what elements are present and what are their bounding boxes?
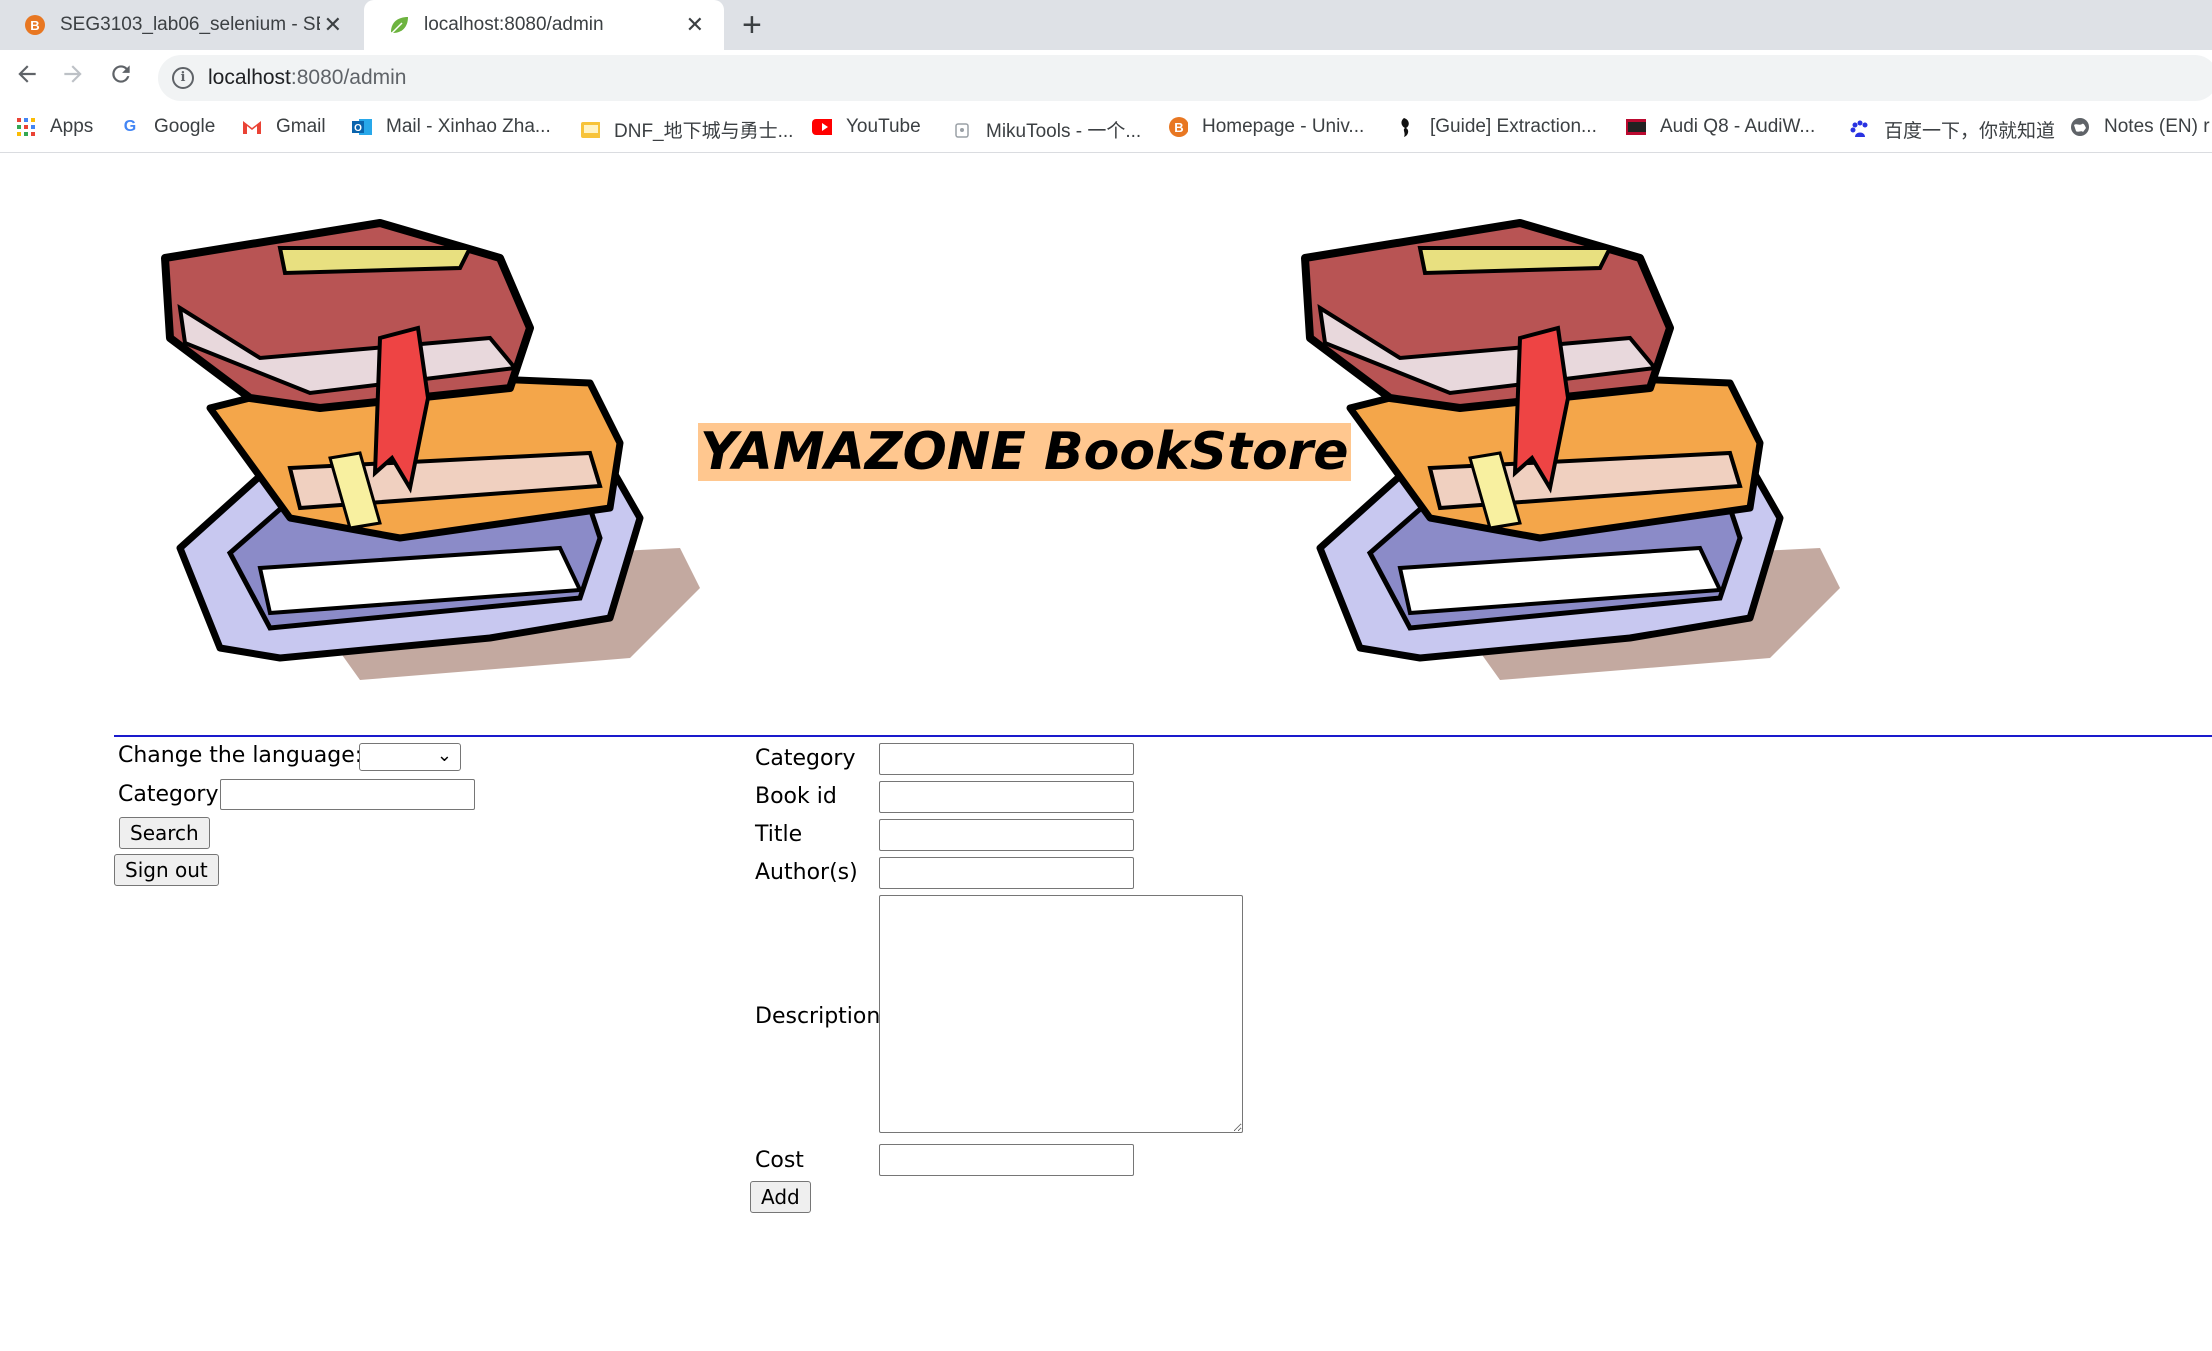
baidu-icon [1850, 120, 1870, 140]
url-text: localhost:8080/admin [208, 66, 407, 89]
bookmark-baidu[interactable]: 百度一下，你就知道 [1850, 116, 2055, 143]
book-id-label: Book id [755, 784, 837, 809]
brightspace-icon: B [1168, 117, 1188, 137]
browser-tab-active[interactable]: localhost:8080/admin ✕ [364, 0, 724, 50]
spring-leaf-icon [388, 14, 410, 36]
category-search-label: Category [118, 782, 219, 807]
bookmark-homepage[interactable]: B Homepage - Univ... [1168, 116, 1364, 138]
apps-grid-icon [16, 117, 36, 137]
svg-text:B: B [1174, 120, 1183, 135]
books-stack-image-right [1300, 218, 1840, 689]
header-divider [114, 735, 2212, 737]
reload-icon[interactable] [108, 60, 134, 96]
bookmark-label: Homepage - Univ... [1202, 116, 1365, 137]
title-input[interactable] [879, 819, 1134, 851]
svg-text:B: B [30, 18, 39, 33]
add-category-input[interactable] [879, 743, 1134, 775]
bookmark-label: DNF_地下城与勇士... [614, 121, 794, 142]
book-id-input[interactable] [879, 781, 1134, 813]
dnf-icon [580, 120, 600, 140]
bookmark-dnf[interactable]: DNF_地下城与勇士... [580, 116, 793, 143]
add-button[interactable]: Add [750, 1181, 811, 1213]
bookmark-guide[interactable]: [Guide] Extraction... [1396, 116, 1597, 138]
browser-tabstrip: B SEG3103_lab06_selenium - SEG3103 ✕ loc… [0, 0, 2212, 50]
bookmark-label: Apps [50, 116, 94, 137]
language-select[interactable]: ⌄ [359, 743, 461, 771]
site-title: YAMAZONE BookStore [698, 422, 1351, 482]
back-arrow-icon[interactable] [14, 60, 40, 96]
search-button[interactable]: Search [119, 817, 210, 849]
close-tab-icon[interactable]: ✕ [686, 12, 704, 38]
description-textarea[interactable] [879, 895, 1243, 1133]
google-icon: G [123, 118, 137, 135]
bookmark-label: 百度一下，你就知道 [1884, 121, 2056, 142]
close-tab-icon[interactable]: ✕ [324, 12, 342, 38]
books-stack-image-left [160, 218, 700, 689]
bookmark-apps[interactable]: Apps [16, 116, 93, 138]
bookmark-mikutools[interactable]: MikuTools - 一个... [952, 116, 1141, 143]
address-bar[interactable]: i localhost:8080/admin [158, 55, 2212, 101]
authors-label: Author(s) [755, 860, 858, 885]
cost-input[interactable] [879, 1144, 1134, 1176]
bookmark-label: Mail - Xinhao Zha... [386, 116, 551, 137]
audi-icon [1626, 117, 1646, 137]
bookmark-label: MikuTools - 一个... [986, 121, 1142, 142]
guide-icon [1396, 117, 1416, 137]
forward-arrow-icon[interactable] [60, 60, 86, 96]
svg-text:O: O [354, 123, 362, 134]
language-label: Change the language: [118, 743, 363, 768]
bookmark-label: [Guide] Extraction... [1430, 116, 1597, 137]
bookmark-label: Gmail [276, 116, 326, 137]
mikutools-icon [952, 120, 972, 140]
add-category-label: Category [755, 746, 856, 771]
title-label: Title [755, 822, 803, 847]
gmail-icon [242, 117, 262, 137]
cost-label: Cost [755, 1148, 804, 1173]
bookmark-gmail[interactable]: Gmail [242, 116, 326, 138]
browser-tab-inactive[interactable]: B SEG3103_lab06_selenium - SEG3103 ✕ [0, 0, 362, 50]
bookmark-label: YouTube [846, 116, 921, 137]
bookmark-label: Audi Q8 - AudiW... [1660, 116, 1816, 137]
description-label: Description [755, 1004, 881, 1029]
info-icon[interactable]: i [172, 67, 194, 89]
globe-icon [2070, 117, 2090, 137]
new-tab-button[interactable]: + [742, 6, 762, 44]
bookmark-notes[interactable]: Notes (EN) r [2070, 116, 2210, 138]
outlook-icon: O [352, 117, 372, 137]
chevron-down-icon: ⌄ [436, 745, 452, 765]
bookmark-label: Notes (EN) r [2104, 116, 2210, 137]
tab-title: localhost:8080/admin [424, 14, 604, 35]
category-search-input[interactable] [220, 779, 475, 810]
bookmark-audi[interactable]: Audi Q8 - AudiW... [1626, 116, 1815, 138]
sign-out-button[interactable]: Sign out [114, 854, 219, 886]
bookmarks-bar: Apps G Google Gmail O Mail - Xinhao Zha.… [0, 106, 2212, 153]
bookmark-label: Google [154, 116, 216, 137]
bookmark-google[interactable]: G Google [120, 116, 216, 138]
authors-input[interactable] [879, 857, 1134, 889]
bookmark-outlook[interactable]: O Mail - Xinhao Zha... [352, 116, 551, 138]
tab-title: SEG3103_lab06_selenium - SEG3103 [60, 14, 320, 35]
bookmark-youtube[interactable]: YouTube [812, 116, 921, 138]
brightspace-icon: B [24, 14, 46, 36]
youtube-icon [812, 117, 832, 137]
browser-toolbar: i localhost:8080/admin [0, 50, 2212, 106]
